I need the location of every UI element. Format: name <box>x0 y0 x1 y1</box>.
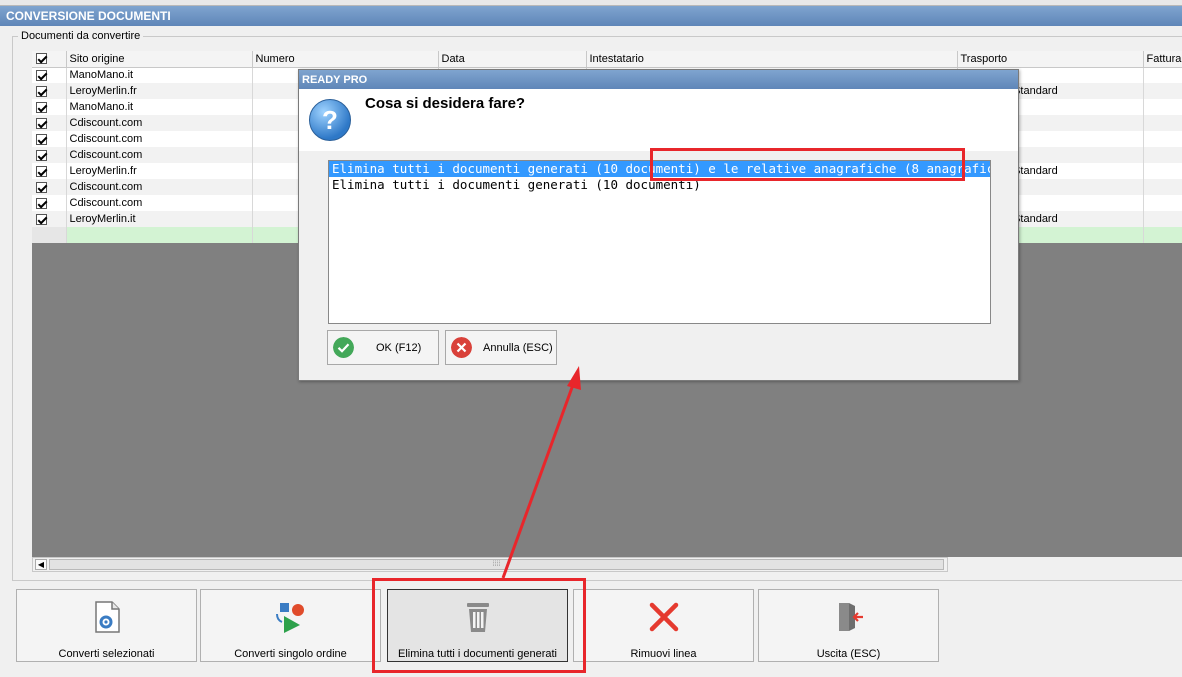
column-header-fattura[interactable]: Fattura <box>1143 51 1182 68</box>
row-checkbox-cell[interactable] <box>32 163 67 179</box>
trash-icon <box>388 600 567 634</box>
fattura-cell <box>1143 131 1182 147</box>
sito-origine-cell: Cdiscount.com <box>66 115 253 131</box>
fattura-cell <box>1143 195 1182 211</box>
converti-singolo-ordine-button[interactable]: Converti singolo ordine <box>200 589 381 662</box>
sito-origine-cell: Cdiscount.com <box>66 147 253 163</box>
sito-origine-cell: Cdiscount.com <box>66 195 253 211</box>
row-checkbox-cell[interactable] <box>32 179 67 195</box>
options-listbox[interactable]: Elimina tutti i documenti generati (10 d… <box>328 160 991 324</box>
row-checkbox[interactable] <box>36 149 47 161</box>
column-header-intestatario[interactable]: Intestatario <box>586 51 958 68</box>
dialog-header: ? Cosa si desidera fare? <box>299 89 1018 151</box>
sito-origine-cell: Cdiscount.com <box>66 131 253 147</box>
option-delete-documents-only[interactable]: Elimina tutti i documenti generati (10 d… <box>329 177 990 193</box>
horizontal-scrollbar[interactable]: ◀ ⁞⁞⁞⁞ <box>32 557 948 572</box>
new-row-cell[interactable] <box>66 227 253 243</box>
row-checkbox-cell[interactable] <box>32 211 67 227</box>
green-check-icon <box>333 337 354 358</box>
column-header-trasporto[interactable]: Trasporto <box>957 51 1144 68</box>
row-checkbox[interactable] <box>36 117 47 129</box>
row-checkbox[interactable] <box>36 85 47 97</box>
row-checkbox[interactable] <box>36 213 47 225</box>
ok-button-label: OK (F12) <box>376 342 422 354</box>
row-checkbox-cell[interactable] <box>32 131 67 147</box>
row-checkbox-cell[interactable] <box>32 99 67 115</box>
row-checkbox[interactable] <box>36 101 47 113</box>
rimuovi-linea-button[interactable]: Rimuovi linea <box>573 589 754 662</box>
groupbox-label: Documenti da convertire <box>18 30 144 42</box>
annulla-button-label: Annulla (ESC) <box>483 342 553 354</box>
convert-document-icon <box>17 600 196 634</box>
sito-origine-cell: ManoMano.it <box>66 99 253 115</box>
red-x-icon <box>574 600 753 634</box>
uscita-button[interactable]: Uscita (ESC) <box>758 589 939 662</box>
fattura-cell <box>1143 115 1182 131</box>
sito-origine-cell: LeroyMerlin.fr <box>66 83 253 99</box>
exit-door-icon <box>759 600 938 634</box>
red-cancel-icon <box>451 337 472 358</box>
convert-shapes-icon <box>201 600 380 634</box>
sito-origine-cell: LeroyMerlin.it <box>66 211 253 227</box>
column-header-data[interactable]: Data <box>438 51 587 68</box>
annulla-button[interactable]: Annulla (ESC) <box>445 330 557 365</box>
fattura-cell <box>1143 211 1182 227</box>
grid-header-row: Sito origine Numero Data Intestatario Tr… <box>32 51 1182 68</box>
fattura-cell <box>1143 83 1182 99</box>
question-icon: ? <box>309 99 351 141</box>
window-title: CONVERSIONE DOCUMENTI <box>0 6 1182 26</box>
dialog-question: Cosa si desidera fare? <box>365 95 526 112</box>
rimuovi-linea-label: Rimuovi linea <box>630 648 697 660</box>
row-checkbox-cell[interactable] <box>32 147 67 163</box>
row-checkbox[interactable] <box>36 69 47 81</box>
row-checkbox[interactable] <box>36 181 47 193</box>
sito-origine-cell: LeroyMerlin.fr <box>66 163 253 179</box>
uscita-label: Uscita (ESC) <box>816 648 881 660</box>
converti-selezionati-label: Converti selezionati <box>58 648 155 660</box>
row-checkbox-cell[interactable] <box>32 115 67 131</box>
new-row-cell[interactable] <box>1143 227 1182 243</box>
fattura-cell <box>1143 179 1182 195</box>
sito-origine-cell: ManoMano.it <box>66 67 253 83</box>
row-checkbox[interactable] <box>36 197 47 209</box>
row-checkbox-cell[interactable] <box>32 83 67 99</box>
fattura-cell <box>1143 163 1182 179</box>
ok-button[interactable]: OK (F12) <box>327 330 439 365</box>
sito-origine-cell: Cdiscount.com <box>66 179 253 195</box>
scrollbar-thumb[interactable]: ⁞⁞⁞⁞ <box>49 559 944 570</box>
new-row-cell[interactable] <box>32 227 67 243</box>
column-header-sito-origine[interactable]: Sito origine <box>66 51 253 68</box>
dialog-title: READY PRO <box>299 70 1018 89</box>
converti-singolo-ordine-label: Converti singolo ordine <box>234 648 347 660</box>
option-delete-documents-and-records[interactable]: Elimina tutti i documenti generati (10 d… <box>329 161 990 177</box>
row-checkbox-cell[interactable] <box>32 67 67 83</box>
scroll-left-arrow-icon[interactable]: ◀ <box>35 559 47 570</box>
fattura-cell <box>1143 99 1182 115</box>
row-checkbox[interactable] <box>36 133 47 145</box>
row-checkbox-cell[interactable] <box>32 195 67 211</box>
fattura-cell <box>1143 67 1182 83</box>
elimina-tutti-documenti-button[interactable]: Elimina tutti i documenti generati <box>387 589 568 662</box>
select-all-checkbox[interactable] <box>36 53 47 65</box>
fattura-cell <box>1143 147 1182 163</box>
column-header-select-all[interactable] <box>32 51 67 68</box>
row-checkbox[interactable] <box>36 165 47 177</box>
elimina-tutti-documenti-label: Elimina tutti i documenti generati <box>398 648 557 660</box>
ready-pro-dialog: READY PRO ? Cosa si desidera fare? Elimi… <box>298 69 1019 381</box>
converti-selezionati-button[interactable]: Converti selezionati <box>16 589 197 662</box>
column-header-numero[interactable]: Numero <box>252 51 439 68</box>
